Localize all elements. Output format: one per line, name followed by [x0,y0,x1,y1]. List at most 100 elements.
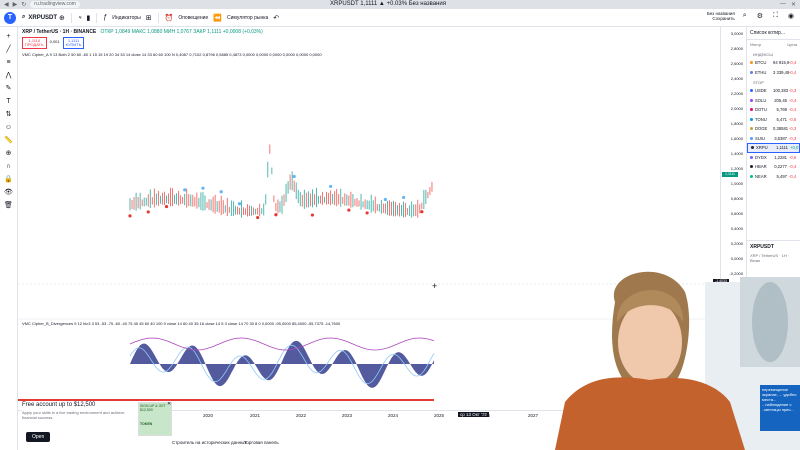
coin-icon [750,174,753,178]
indicators-icon[interactable]: ƒ [101,14,109,21]
fullscreen-icon[interactable]: ⛶ [771,12,780,20]
indicators-button[interactable]: Индикаторы [109,15,143,21]
ad-banner[interactable]: Free account up to $12,500 Apply your sk… [22,401,172,448]
price-tick: 2,4000 [730,76,743,81]
browser-actions: — ✕ [780,1,796,8]
signal-marker [329,184,333,189]
close-window-icon[interactable]: ✕ [791,1,796,8]
ad-brand: TOKEN [140,422,153,426]
row-change: -0,4 [789,60,797,66]
watchlist-title[interactable]: Список котир... [747,27,800,40]
watchlist-row[interactable]: ETHU 3 339,49 -0,4 [747,68,800,78]
watchlist-row[interactable]: XRPU 1,1111 +0,0 [747,143,800,153]
interval-button[interactable]: ч [76,15,85,21]
trading-panel-tab[interactable]: Торговая панель [244,440,279,445]
ad-image[interactable]: SIGN UP & GET $12,500 TOKEN [138,402,172,436]
row-symbol: XRPU [756,145,768,151]
watchlist-row[interactable]: TONU 5,471 -0,5 [747,115,800,125]
watchlist-row[interactable]: DYDX 1,2281 -0,6 [747,153,800,163]
history-builder-tab[interactable]: Строитель на исторических данных [172,440,247,445]
save-layout-button[interactable]: Без названия Сохранить [707,11,735,21]
trash-tool-icon[interactable]: 🗑 [4,200,13,211]
pattern-tool-icon[interactable]: ⋀ [6,70,12,81]
watchlist-row[interactable]: USDE 100,383 -0,3 [747,86,800,96]
watchlist-row[interactable]: NEAR 5,497 -0,4 [747,172,800,182]
trendline-tool-icon[interactable]: ╱ [6,44,10,55]
signal-marker [292,174,296,179]
search-icon[interactable]: ⌕ [741,12,749,20]
ad-open-button[interactable]: Open [26,432,51,442]
signal-marker [365,211,369,215]
camera-icon[interactable]: ◉ [786,12,796,20]
watchlist-group[interactable]: ИНДЕКСЫ [747,49,800,58]
text-tool-icon[interactable]: T [6,96,10,107]
signal-marker [383,197,387,202]
row-change: +0,0 [790,145,799,151]
magnet-tool-icon[interactable]: ∩ [6,161,11,172]
indicator-b-legend[interactable]: VMC Cipher_B_Divergences 9 12 hlc3 3 53 … [22,321,340,326]
templates-icon[interactable]: ⊞ [144,14,154,22]
tradingview-logo-icon[interactable]: T [4,11,16,24]
row-symbol: SOLU [755,97,767,103]
alert-icon[interactable]: ⏰ [163,14,176,22]
row-last: 94 915,9 [773,60,790,66]
ruler-tool-icon[interactable]: 📏 [4,135,13,146]
compare-plus-icon[interactable]: ⊕ [57,14,67,22]
signal-marker [237,202,242,206]
zoom-tool-icon[interactable]: ⊕ [6,148,12,159]
col-last[interactable]: Цена [787,42,797,47]
watchlist-row[interactable]: SOLU 205,45 -0,4 [747,96,800,106]
replay-icon[interactable]: ⏪ [211,14,224,22]
row-last: 3 339,49 [773,69,790,75]
ad-close-icon[interactable]: ✕ [167,401,171,407]
row-last: 5,769 [776,107,787,113]
detail-symbol[interactable]: XRPUSDT [750,244,798,250]
divider [70,12,72,23]
coin-icon [750,136,753,140]
watchlist-row[interactable]: HBAR 0,2277 -0,4 [747,162,800,172]
coin-icon [750,155,753,159]
watchlist-row[interactable]: BTCU 94 915,9 -0,4 [747,58,800,68]
price-tick: 0,4000 [730,226,743,231]
fib-tool-icon[interactable]: ≡ [6,57,10,68]
row-symbol: NEAR [755,173,767,179]
watchlist-group[interactable]: STOP [747,77,800,86]
icon-tool-icon[interactable]: ☺ [5,122,12,133]
signal-marker [201,186,205,190]
hide-drawings-icon[interactable]: 👁 [4,187,13,198]
address-bar[interactable]: ru.tradingview.com [30,1,80,8]
reload-icon[interactable]: ↻ [21,1,26,8]
webcam-caption: перемещение экранах, ... удобно места...… [760,385,800,431]
brush-tool-icon[interactable]: ✎ [6,83,12,94]
forward-icon[interactable]: ▶ [13,1,18,8]
row-last: 5,471 [776,116,787,122]
back-icon[interactable]: ◀ [4,1,9,8]
row-last: 1,2281 [774,154,787,160]
settings-gear-icon[interactable]: ⚙ [755,12,765,20]
signal-marker [183,188,187,192]
row-symbol: DOTU [755,107,767,113]
coin-icon [750,127,753,131]
coin-icon [750,117,753,121]
time-tick: 2021 [250,413,261,418]
row-symbol: DYDX [755,154,767,160]
time-tick: 2023 [342,413,353,418]
row-change: -0,4 [789,173,797,179]
col-symbol[interactable]: Инстр [750,42,761,47]
undo-icon[interactable]: ↶ [271,14,281,22]
price-tick: 3,0000 [730,31,743,36]
replay-button[interactable]: Симулятор рынка [224,15,271,21]
drawing-toolbar: + ╱ ≡ ⋀ ✎ T ⇅ ☺ 📏 ⊕ ∩ 🔒 👁 🗑 [0,27,18,450]
watchlist-row[interactable]: DOGE 0,38581 -0,3 [747,124,800,134]
candles-icon[interactable]: ▮ [85,14,93,22]
forecast-tool-icon[interactable]: ⇅ [6,109,12,120]
watchlist-row[interactable]: SUIU 3,6387 -0,3 [747,134,800,144]
time-tick: 2026 [480,413,491,418]
alert-button[interactable]: Оповещение [175,15,211,21]
minimize-icon[interactable]: — [780,1,786,8]
row-change: -0,3 [789,88,797,94]
watchlist-row[interactable]: DOTU 5,769 -0,4 [747,105,800,115]
symbol-search[interactable]: ⌕ XRPUSDT [22,14,57,21]
crosshair-tool-icon[interactable]: + [6,31,10,42]
lock-tool-icon[interactable]: 🔒 [4,174,13,185]
